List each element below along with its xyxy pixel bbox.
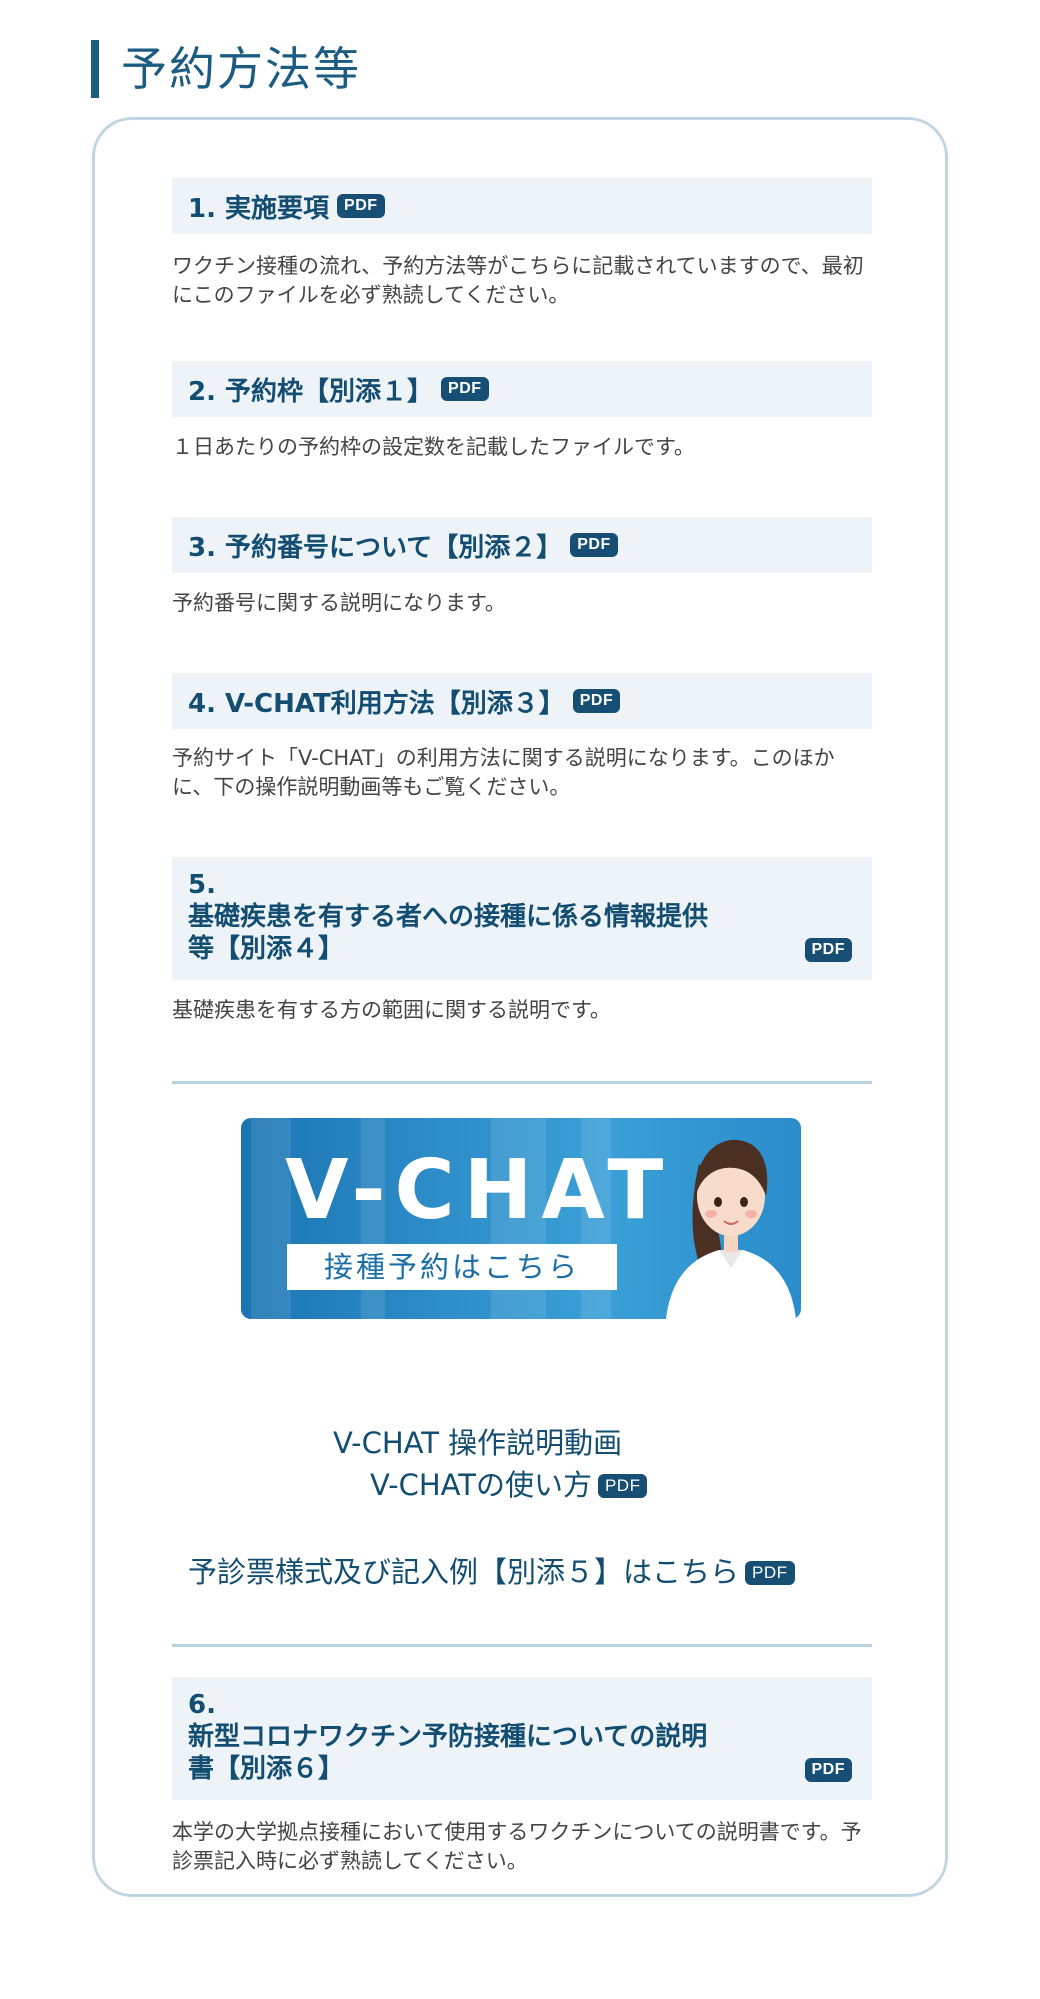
item-heading-5[interactable]: 5. 基礎疾患を有する者への接種に係る情報提供 等【別添４】 PDF (172, 857, 872, 980)
pdf-icon[interactable]: PDF (570, 533, 618, 557)
item-heading-number[interactable]: 5. (188, 869, 856, 901)
item-heading-line[interactable]: 基礎疾患を有する者への接種に係る情報提供 (188, 901, 856, 933)
section-title: 予約方法等 (91, 40, 361, 98)
item-heading-line[interactable]: 書【別添６】 (188, 1753, 856, 1785)
vchat-howto-link[interactable]: V-CHATの使い方 PDF (370, 1466, 648, 1504)
item-heading-number[interactable]: 6. (188, 1689, 856, 1721)
item-heading-2[interactable]: 2. 予約枠【別添１】 PDF (172, 361, 872, 417)
item-description-1: ワクチン接種の流れ、予約方法等がこちらに記載されていますので、最初にこのファイル… (172, 254, 864, 307)
item-description-6: 本学の大学拠点接種において使用するワクチンについての説明書です。予診票記入時に必… (172, 1820, 862, 1873)
pdf-icon[interactable]: PDF (804, 1758, 852, 1782)
page: 予約方法等 1. 実施要項 PDF ワクチン接種の流れ、予約方法等がこちらに記載… (0, 0, 1040, 1999)
pdf-icon[interactable]: PDF (572, 689, 621, 713)
item-heading-text[interactable]: 3. 予約番号について【別添２】 (188, 527, 562, 564)
divider (172, 1644, 872, 1647)
banner-title: V-CHAT (285, 1143, 673, 1238)
banner-subtitle: 接種予約はこちら (287, 1244, 617, 1290)
item-description-5: 基礎疾患を有する方の範囲に関する説明です。 (172, 998, 611, 1022)
form-link[interactable]: 予診票様式及び記入例【別添５】はこちら PDF (188, 1553, 795, 1591)
item-heading-text[interactable]: 4. V-CHAT利用方法【別添３】 (188, 683, 565, 720)
nurse-illustration-icon (666, 1139, 796, 1319)
item-description-4: 予約サイト「V-CHAT」の利用方法に関する説明になります。このほかに、下の操作… (172, 746, 835, 799)
vchat-video-link[interactable]: V-CHAT 操作説明動画 (333, 1424, 622, 1462)
pdf-icon[interactable]: PDF (745, 1561, 795, 1585)
item-heading-text[interactable]: 1. 実施要項 (188, 188, 329, 225)
item-description-3: 予約番号に関する説明になります。 (172, 591, 506, 615)
item-heading-1[interactable]: 1. 実施要項 PDF (172, 178, 872, 234)
item-heading-text[interactable]: 2. 予約枠【別添１】 (188, 371, 433, 408)
item-heading-line[interactable]: 新型コロナワクチン予防接種についての説明 (188, 1721, 856, 1753)
item-description-2: １日あたりの予約枠の設定数を記載したファイルです。 (172, 435, 695, 459)
divider (172, 1081, 872, 1084)
item-heading-3[interactable]: 3. 予約番号について【別添２】 PDF (172, 517, 872, 573)
pdf-icon[interactable]: PDF (597, 1474, 648, 1498)
form-link-label[interactable]: 予診票様式及び記入例【別添５】はこちら (188, 1555, 739, 1589)
vchat-howto-label[interactable]: V-CHATの使い方 (370, 1468, 592, 1502)
pdf-icon[interactable]: PDF (337, 194, 385, 218)
pdf-icon[interactable]: PDF (804, 938, 852, 962)
pdf-icon[interactable]: PDF (441, 377, 489, 401)
item-heading-line[interactable]: 等【別添４】 (188, 933, 856, 965)
vchat-banner[interactable]: V-CHAT 接種予約はこちら (241, 1118, 801, 1319)
item-heading-6[interactable]: 6. 新型コロナワクチン予防接種についての説明 書【別添６】 PDF (172, 1677, 872, 1800)
item-heading-4[interactable]: 4. V-CHAT利用方法【別添３】 PDF (172, 673, 872, 729)
